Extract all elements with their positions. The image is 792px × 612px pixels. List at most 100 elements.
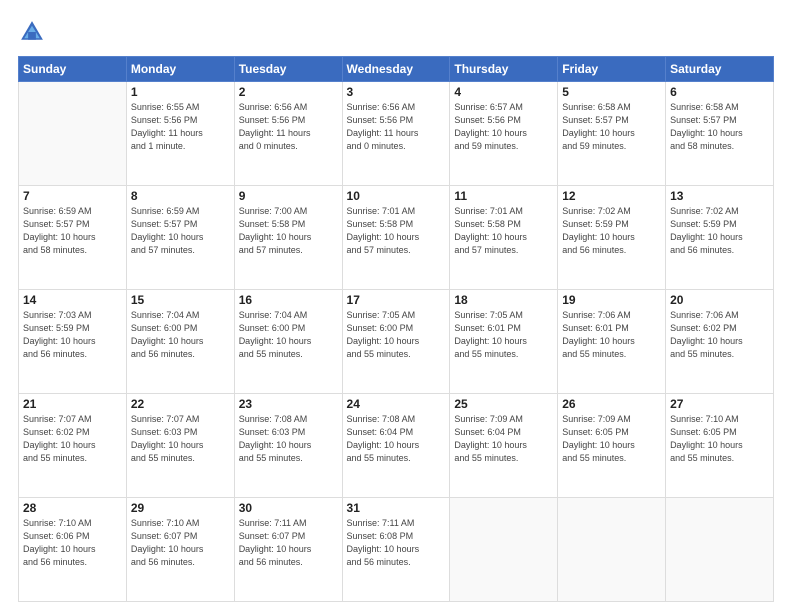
calendar-cell: 7 Sunrise: 6:59 AM Sunset: 5:57 PM Daylig… (19, 186, 127, 290)
day-detail: Sunrise: 7:02 AM Sunset: 5:59 PM Dayligh… (562, 205, 661, 257)
day-number: 17 (347, 293, 446, 307)
calendar-cell: 2 Sunrise: 6:56 AM Sunset: 5:56 PM Daylig… (234, 82, 342, 186)
calendar-cell: 21 Sunrise: 7:07 AM Sunset: 6:02 PM Dayli… (19, 394, 127, 498)
day-detail: Sunrise: 6:56 AM Sunset: 5:56 PM Dayligh… (239, 101, 338, 153)
day-number: 8 (131, 189, 230, 203)
day-detail: Sunrise: 7:03 AM Sunset: 5:59 PM Dayligh… (23, 309, 122, 361)
day-number: 16 (239, 293, 338, 307)
day-number: 27 (670, 397, 769, 411)
day-detail: Sunrise: 7:09 AM Sunset: 6:05 PM Dayligh… (562, 413, 661, 465)
calendar-cell: 8 Sunrise: 6:59 AM Sunset: 5:57 PM Daylig… (126, 186, 234, 290)
calendar-cell: 20 Sunrise: 7:06 AM Sunset: 6:02 PM Dayli… (666, 290, 774, 394)
weekday-header-saturday: Saturday (666, 57, 774, 82)
calendar-cell: 24 Sunrise: 7:08 AM Sunset: 6:04 PM Dayli… (342, 394, 450, 498)
day-detail: Sunrise: 6:56 AM Sunset: 5:56 PM Dayligh… (347, 101, 446, 153)
day-number: 12 (562, 189, 661, 203)
calendar-cell: 19Sunrise: 7:06 AM Sunset: 6:01 PM Dayli… (558, 290, 666, 394)
day-number: 15 (131, 293, 230, 307)
day-detail: Sunrise: 7:04 AM Sunset: 6:00 PM Dayligh… (131, 309, 230, 361)
day-detail: Sunrise: 6:58 AM Sunset: 5:57 PM Dayligh… (562, 101, 661, 153)
week-row-3: 14 Sunrise: 7:03 AM Sunset: 5:59 PM Dayli… (19, 290, 774, 394)
logo (18, 18, 50, 46)
calendar-cell (666, 498, 774, 602)
calendar-cell: 23 Sunrise: 7:08 AM Sunset: 6:03 PM Dayli… (234, 394, 342, 498)
day-number: 18 (454, 293, 553, 307)
weekday-header-monday: Monday (126, 57, 234, 82)
day-detail: Sunrise: 7:10 AM Sunset: 6:07 PM Dayligh… (131, 517, 230, 569)
header (18, 18, 774, 46)
day-number: 23 (239, 397, 338, 411)
calendar-cell: 26 Sunrise: 7:09 AM Sunset: 6:05 PM Dayli… (558, 394, 666, 498)
day-number: 4 (454, 85, 553, 99)
day-detail: Sunrise: 7:08 AM Sunset: 6:04 PM Dayligh… (347, 413, 446, 465)
day-detail: Sunrise: 6:55 AM Sunset: 5:56 PM Dayligh… (131, 101, 230, 153)
calendar-cell: 10Sunrise: 7:01 AM Sunset: 5:58 PM Dayli… (342, 186, 450, 290)
day-detail: Sunrise: 7:08 AM Sunset: 6:03 PM Dayligh… (239, 413, 338, 465)
calendar-table: SundayMondayTuesdayWednesdayThursdayFrid… (18, 56, 774, 602)
day-detail: Sunrise: 7:06 AM Sunset: 6:02 PM Dayligh… (670, 309, 769, 361)
day-number: 31 (347, 501, 446, 515)
weekday-header-tuesday: Tuesday (234, 57, 342, 82)
calendar-cell: 30Sunrise: 7:11 AM Sunset: 6:07 PM Dayli… (234, 498, 342, 602)
page: SundayMondayTuesdayWednesdayThursdayFrid… (0, 0, 792, 612)
day-number: 24 (347, 397, 446, 411)
calendar-cell: 28 Sunrise: 7:10 AM Sunset: 6:06 PM Dayli… (19, 498, 127, 602)
calendar-cell: 3 Sunrise: 6:56 AM Sunset: 5:56 PM Daylig… (342, 82, 450, 186)
day-detail: Sunrise: 7:01 AM Sunset: 5:58 PM Dayligh… (347, 205, 446, 257)
calendar-header: SundayMondayTuesdayWednesdayThursdayFrid… (19, 57, 774, 82)
calendar-cell: 16 Sunrise: 7:04 AM Sunset: 6:00 PM Dayli… (234, 290, 342, 394)
weekday-header-thursday: Thursday (450, 57, 558, 82)
calendar-cell: 31 Sunrise: 7:11 AM Sunset: 6:08 PM Dayli… (342, 498, 450, 602)
week-row-5: 28 Sunrise: 7:10 AM Sunset: 6:06 PM Dayli… (19, 498, 774, 602)
weekday-header-friday: Friday (558, 57, 666, 82)
day-number: 1 (131, 85, 230, 99)
day-detail: Sunrise: 7:10 AM Sunset: 6:06 PM Dayligh… (23, 517, 122, 569)
day-number: 28 (23, 501, 122, 515)
day-number: 25 (454, 397, 553, 411)
logo-icon (18, 18, 46, 46)
calendar-cell: 17 Sunrise: 7:05 AM Sunset: 6:00 PM Dayli… (342, 290, 450, 394)
day-number: 14 (23, 293, 122, 307)
day-detail: Sunrise: 6:59 AM Sunset: 5:57 PM Dayligh… (23, 205, 122, 257)
calendar-cell: 15 Sunrise: 7:04 AM Sunset: 6:00 PM Dayli… (126, 290, 234, 394)
week-row-2: 7 Sunrise: 6:59 AM Sunset: 5:57 PM Daylig… (19, 186, 774, 290)
calendar-cell: 25Sunrise: 7:09 AM Sunset: 6:04 PM Dayli… (450, 394, 558, 498)
calendar-cell: 9Sunrise: 7:00 AM Sunset: 5:58 PM Daylig… (234, 186, 342, 290)
day-detail: Sunrise: 7:02 AM Sunset: 5:59 PM Dayligh… (670, 205, 769, 257)
day-number: 13 (670, 189, 769, 203)
day-number: 7 (23, 189, 122, 203)
day-detail: Sunrise: 7:01 AM Sunset: 5:58 PM Dayligh… (454, 205, 553, 257)
day-detail: Sunrise: 7:05 AM Sunset: 6:01 PM Dayligh… (454, 309, 553, 361)
day-detail: Sunrise: 7:04 AM Sunset: 6:00 PM Dayligh… (239, 309, 338, 361)
day-detail: Sunrise: 7:10 AM Sunset: 6:05 PM Dayligh… (670, 413, 769, 465)
calendar-cell (450, 498, 558, 602)
day-number: 21 (23, 397, 122, 411)
day-detail: Sunrise: 6:59 AM Sunset: 5:57 PM Dayligh… (131, 205, 230, 257)
day-number: 29 (131, 501, 230, 515)
day-detail: Sunrise: 7:11 AM Sunset: 6:08 PM Dayligh… (347, 517, 446, 569)
day-detail: Sunrise: 7:07 AM Sunset: 6:03 PM Dayligh… (131, 413, 230, 465)
day-number: 26 (562, 397, 661, 411)
calendar-cell: 13 Sunrise: 7:02 AM Sunset: 5:59 PM Dayli… (666, 186, 774, 290)
calendar-cell: 22 Sunrise: 7:07 AM Sunset: 6:03 PM Dayli… (126, 394, 234, 498)
calendar-cell: 12 Sunrise: 7:02 AM Sunset: 5:59 PM Dayli… (558, 186, 666, 290)
day-number: 2 (239, 85, 338, 99)
calendar-cell (19, 82, 127, 186)
week-row-1: 1 Sunrise: 6:55 AM Sunset: 5:56 PM Daylig… (19, 82, 774, 186)
calendar-cell (558, 498, 666, 602)
day-number: 20 (670, 293, 769, 307)
day-detail: Sunrise: 7:07 AM Sunset: 6:02 PM Dayligh… (23, 413, 122, 465)
day-number: 3 (347, 85, 446, 99)
day-number: 30 (239, 501, 338, 515)
calendar-cell: 14 Sunrise: 7:03 AM Sunset: 5:59 PM Dayli… (19, 290, 127, 394)
day-number: 5 (562, 85, 661, 99)
day-number: 11 (454, 189, 553, 203)
day-detail: Sunrise: 7:05 AM Sunset: 6:00 PM Dayligh… (347, 309, 446, 361)
day-number: 22 (131, 397, 230, 411)
day-number: 19 (562, 293, 661, 307)
day-detail: Sunrise: 6:58 AM Sunset: 5:57 PM Dayligh… (670, 101, 769, 153)
weekday-header-sunday: Sunday (19, 57, 127, 82)
day-detail: Sunrise: 6:57 AM Sunset: 5:56 PM Dayligh… (454, 101, 553, 153)
calendar-cell: 29 Sunrise: 7:10 AM Sunset: 6:07 PM Dayli… (126, 498, 234, 602)
calendar-cell: 6Sunrise: 6:58 AM Sunset: 5:57 PM Daylig… (666, 82, 774, 186)
